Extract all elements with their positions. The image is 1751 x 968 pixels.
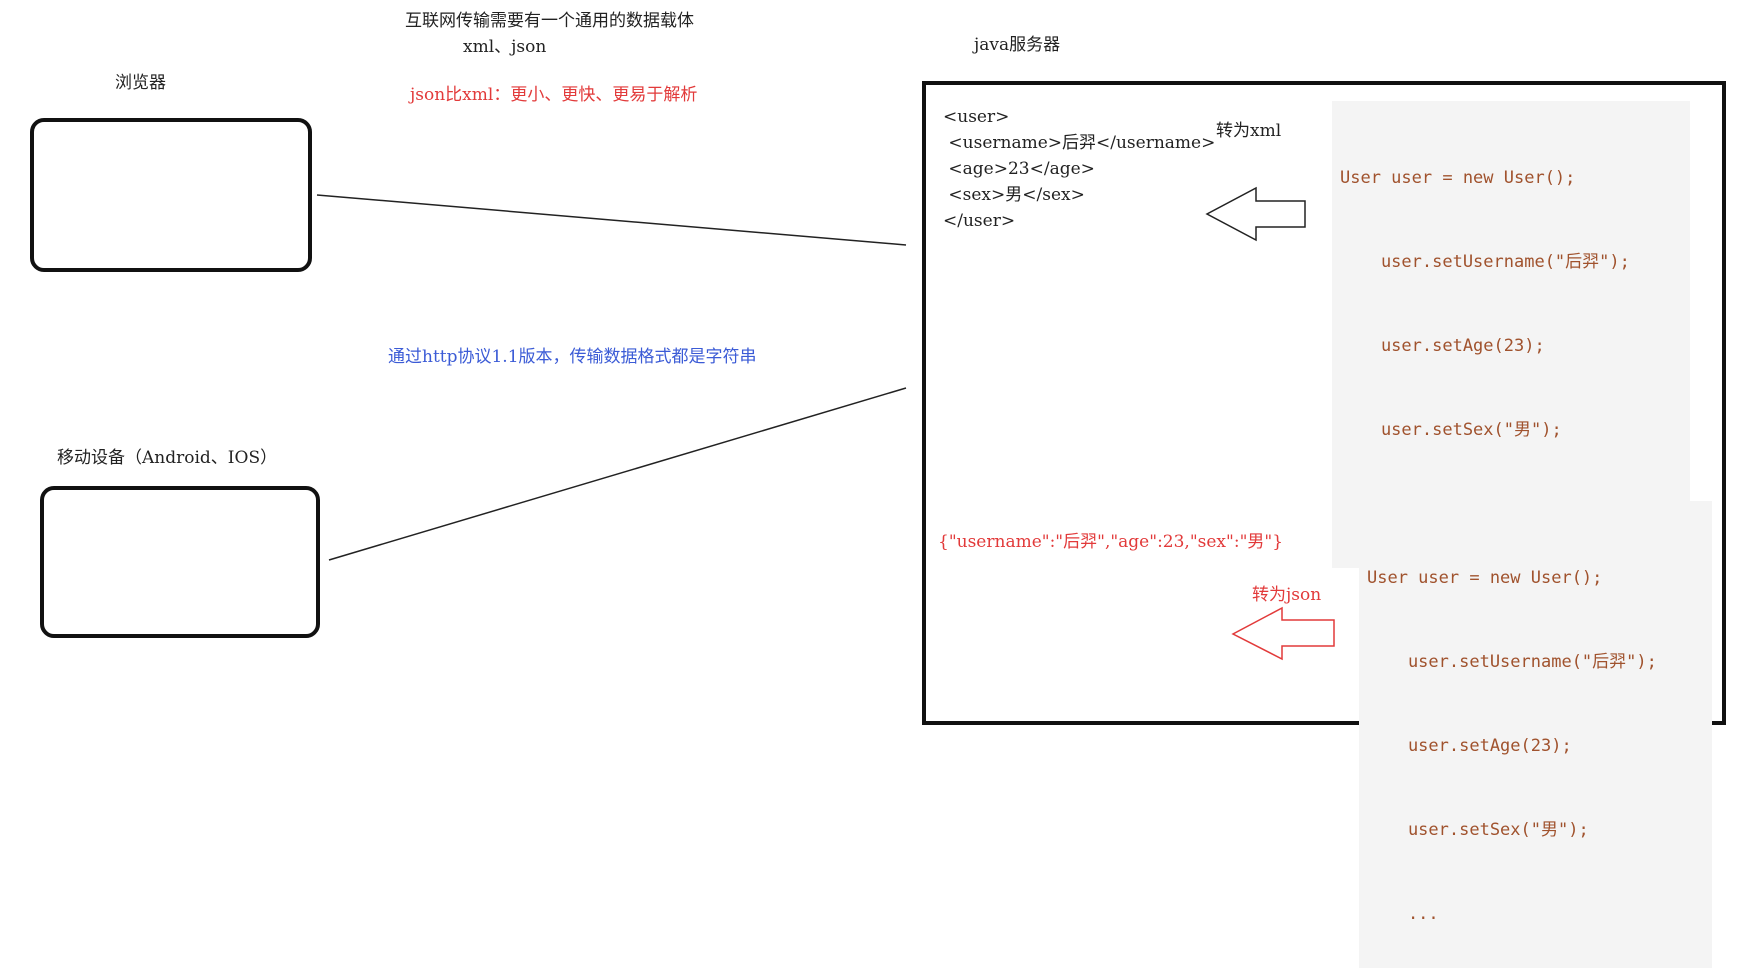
- code-line: ...: [1367, 904, 1439, 924]
- xml-block: <user> <username>后羿</username> <age>23</…: [943, 104, 1215, 234]
- mobile-label: 移动设备（Android、IOS）: [57, 448, 278, 468]
- xml-line: <username>后羿</username>: [943, 133, 1216, 153]
- code-line: User user = new User();: [1340, 168, 1576, 188]
- code-block-top: User user = new User(); user.setUsername…: [1332, 101, 1690, 568]
- code-line: user.setUsername("后羿");: [1367, 652, 1657, 672]
- header-line-2: xml、json: [463, 37, 547, 57]
- header-line-1: 互联网传输需要有一个通用的数据载体: [405, 11, 694, 31]
- to-json-label: 转为json: [1252, 585, 1322, 605]
- browser-connector-line: [316, 194, 907, 246]
- transport-note: 通过http协议1.1版本，传输数据格式都是字符串: [388, 347, 757, 367]
- code-line: User user = new User();: [1367, 568, 1603, 588]
- code-line: user.setSex("男");: [1340, 420, 1562, 440]
- code-line: user.setAge(23);: [1367, 736, 1572, 756]
- code-line: user.setUsername("后羿");: [1340, 252, 1630, 272]
- xml-line: <user>: [943, 107, 1010, 127]
- xml-line: <sex>男</sex>: [943, 185, 1085, 205]
- browser-box: [30, 118, 312, 272]
- json-string: {"username":"后羿","age":23,"sex":"男"}: [938, 532, 1284, 552]
- code-line: user.setSex("男");: [1367, 820, 1589, 840]
- mobile-box: [40, 486, 320, 638]
- comparison-note: json比xml：更小、更快、更易于解析: [410, 85, 698, 105]
- mobile-connector-line: [328, 387, 907, 561]
- code-line: user.setAge(23);: [1340, 336, 1545, 356]
- to-xml-label: 转为xml: [1216, 121, 1282, 141]
- browser-label: 浏览器: [115, 73, 166, 93]
- xml-line: </user>: [943, 211, 1016, 231]
- server-title: java服务器: [974, 35, 1061, 55]
- xml-line: <age>23</age>: [943, 159, 1095, 179]
- code-block-bottom: User user = new User(); user.setUsername…: [1359, 501, 1712, 968]
